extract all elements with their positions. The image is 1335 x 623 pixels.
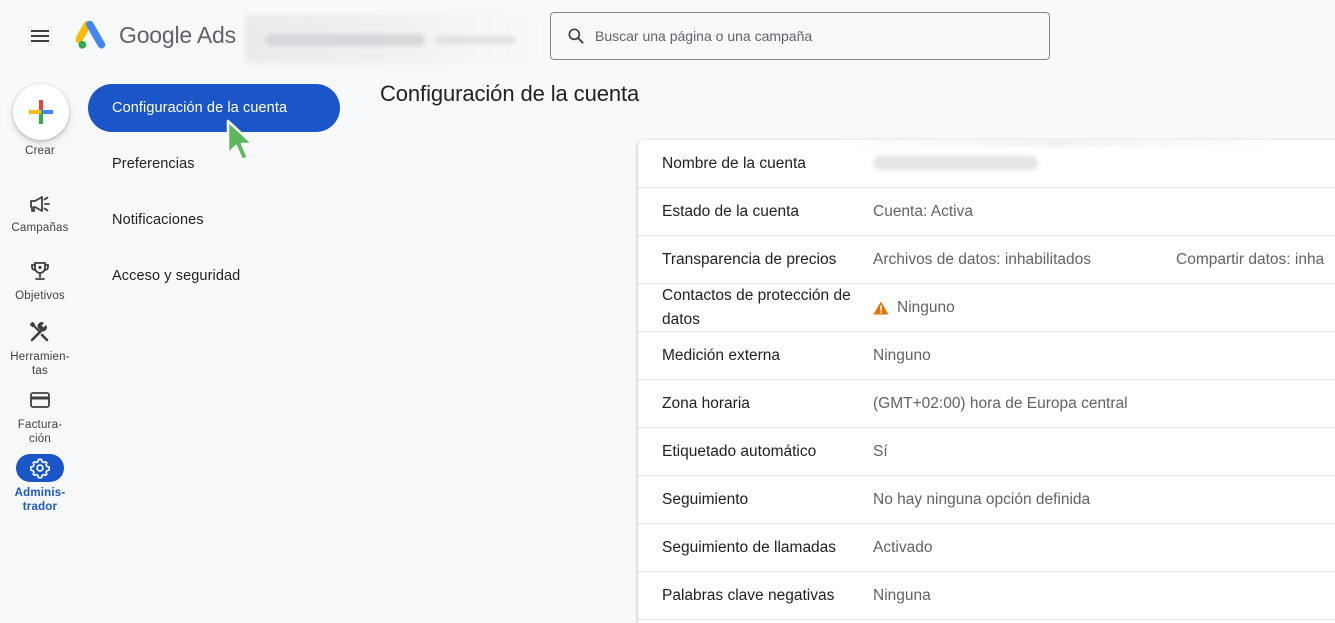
setting-label: Transparencia de precios (662, 251, 837, 268)
setting-value: (GMT+02:00) hora de Europa central (873, 395, 1128, 412)
search-icon (568, 28, 584, 44)
setting-label: Zona horaria (662, 395, 750, 412)
create-button[interactable] (13, 84, 69, 140)
setting-row-time-zone[interactable]: Zona horaria (GMT+02:00) hora de Europa … (638, 380, 1335, 428)
subnav-notifications[interactable]: Notificaciones (88, 196, 340, 244)
rail-label-campaigns: Campañas (11, 222, 69, 234)
setting-label: Palabras clave negativas (662, 587, 835, 604)
mouse-cursor-icon (226, 119, 255, 162)
trophy-icon (31, 262, 49, 280)
create-label: Crear (25, 145, 55, 157)
setting-row-negative-keywords[interactable]: Palabras clave negativas Ninguna (638, 572, 1335, 620)
setting-row-tracking[interactable]: Seguimiento No hay ninguna opción defini… (638, 476, 1335, 524)
rail-item-tools[interactable]: Herramien- tas (0, 320, 80, 378)
setting-value: Cuenta: Activa (873, 203, 973, 220)
setting-label: Estado de la cuenta (662, 203, 800, 220)
rail-item-billing[interactable]: Factura- ción (0, 388, 80, 446)
rail-item-campaigns[interactable]: Campañas (0, 190, 80, 240)
rail-label-billing: Factura- ción (17, 419, 63, 445)
setting-label: Seguimiento (662, 491, 749, 508)
setting-value: Ninguna (873, 587, 931, 604)
subnav-account-settings[interactable]: Configuración de la cuenta (88, 84, 340, 132)
setting-row-external-measurement[interactable]: Medición externa Ninguno (638, 332, 1335, 380)
main-menu-button[interactable] (22, 18, 58, 54)
search-input[interactable] (595, 28, 1015, 44)
setting-row-price-transparency[interactable]: Transparencia de precios Archivos de dat… (638, 236, 1335, 284)
subnav-access-security[interactable]: Acceso y seguridad (88, 252, 340, 300)
setting-value: Sí (873, 443, 888, 460)
setting-value-wrap: Ninguno (873, 284, 955, 332)
rail-item-goals[interactable]: Objetivos (0, 258, 80, 308)
account-selector-blurred[interactable] (245, 14, 535, 64)
plus-icon (29, 100, 53, 124)
gear-icon (29, 458, 51, 479)
setting-value: Ninguno (873, 347, 931, 364)
setting-row-auto-tagging[interactable]: Etiquetado automático Sí (638, 428, 1335, 476)
account-settings-card: Nombre de la cuenta Estado de la cuenta … (638, 140, 1335, 623)
setting-label: Etiquetado automático (662, 443, 817, 460)
setting-label: Seguimiento de llamadas (662, 539, 837, 556)
setting-value-secondary: Compartir datos: inha (1176, 251, 1325, 268)
setting-row-account-status[interactable]: Estado de la cuenta Cuenta: Activa (638, 188, 1335, 236)
warning-icon (873, 301, 889, 315)
setting-label: Medición externa (662, 347, 781, 364)
google-ads-logo[interactable] (76, 20, 108, 52)
credit-card-icon (30, 392, 50, 408)
rail-label-goals: Objetivos (15, 290, 65, 302)
rail-label-admin: Adminis- trador (14, 487, 66, 513)
setting-label: Contactos de protección de datos (662, 287, 851, 328)
megaphone-icon (30, 196, 50, 212)
setting-row-data-protection-contacts[interactable]: Contactos de protección de datos Ninguno (638, 284, 1335, 332)
rail-label-tools: Herramien- tas (10, 351, 70, 377)
setting-row-account-name[interactable]: Nombre de la cuenta (638, 140, 1335, 188)
setting-value: Ninguno (897, 299, 955, 316)
subnav-preferences[interactable]: Preferencias (88, 140, 340, 188)
product-name: Google Ads (119, 22, 236, 48)
setting-value: Activado (873, 539, 933, 556)
setting-value: No hay ninguna opción definida (873, 491, 1091, 508)
rail-item-admin[interactable] (16, 454, 64, 482)
tools-icon (29, 321, 49, 342)
page-title: Configuración de la cuenta (380, 81, 640, 106)
account-name-blurred (873, 156, 1038, 170)
setting-value: Archivos de datos: inhabilitados (873, 251, 1091, 268)
setting-row-call-tracking[interactable]: Seguimiento de llamadas Activado (638, 524, 1335, 572)
setting-label: Nombre de la cuenta (662, 155, 806, 172)
menu-icon (31, 30, 49, 42)
search-box[interactable] (550, 12, 1050, 60)
